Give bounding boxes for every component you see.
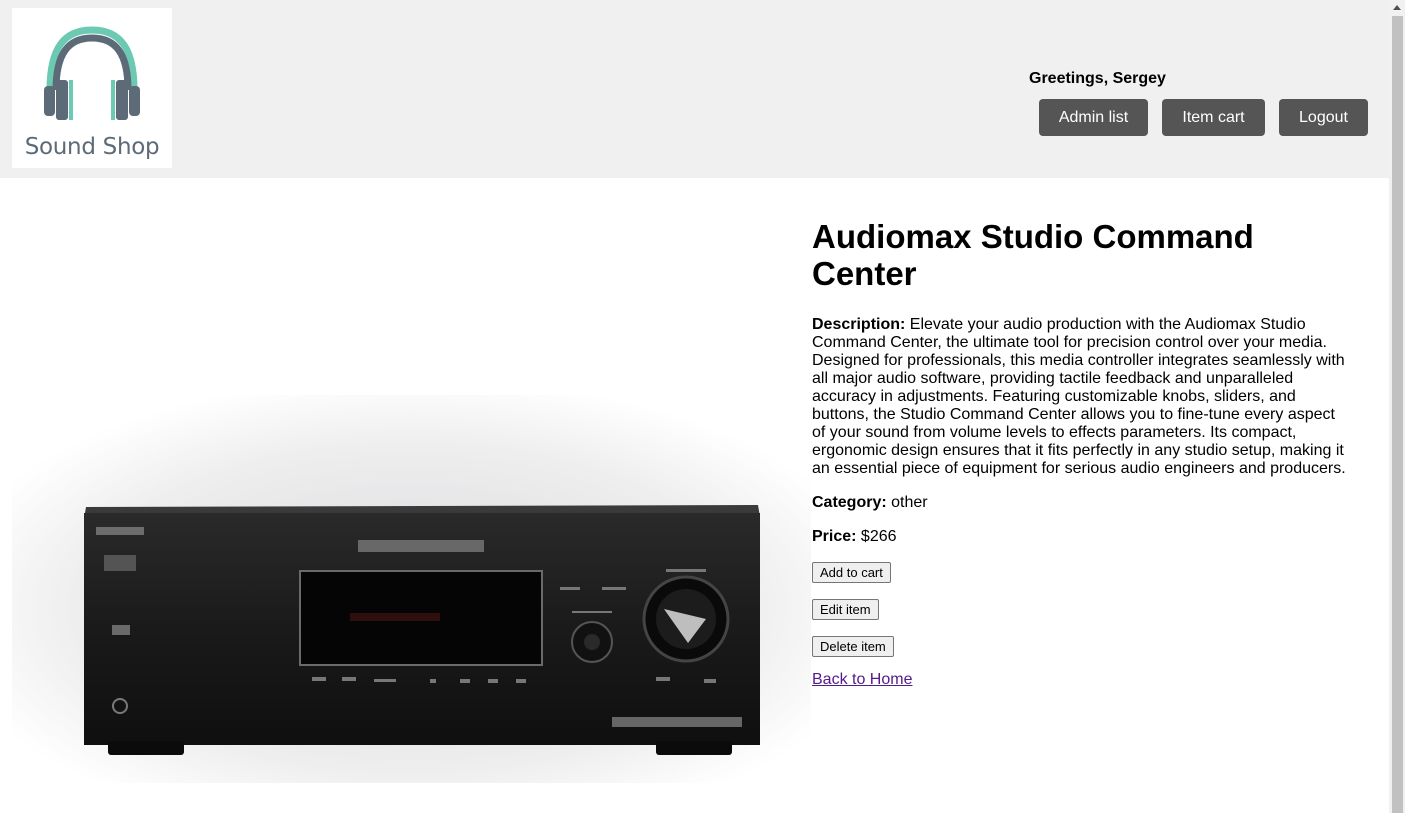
av-receiver-image bbox=[12, 395, 811, 783]
headphones-icon bbox=[44, 26, 140, 120]
product-details: Audiomax Studio Command Center Descripti… bbox=[812, 218, 1352, 689]
user-greeting: Greetings, Sergey bbox=[1029, 70, 1166, 87]
description-label: Description: bbox=[812, 316, 906, 333]
scroll-up-arrow-icon[interactable] bbox=[1389, 0, 1405, 16]
sound-shop-logo[interactable]: Sound Shop bbox=[12, 8, 172, 168]
description-text: Elevate your audio production with the A… bbox=[812, 316, 1346, 477]
price-value: $266 bbox=[860, 528, 897, 545]
edit-item-button[interactable]: Edit item bbox=[812, 599, 879, 620]
product-title: Audiomax Studio Command Center bbox=[812, 218, 1254, 292]
category-label: Category: bbox=[812, 494, 887, 511]
back-to-home-link[interactable]: Back to Home bbox=[812, 671, 912, 689]
add-to-cart-button[interactable]: Add to cart bbox=[812, 562, 891, 583]
category-value: other bbox=[891, 494, 928, 511]
site-header: Sound Shop Greetings, Sergey Admin list … bbox=[0, 0, 1389, 178]
product-category: Category: other bbox=[812, 494, 1352, 512]
item-cart-button[interactable]: Item cart bbox=[1162, 99, 1265, 136]
logo-text: Sound Shop bbox=[24, 134, 160, 160]
delete-item-button[interactable]: Delete item bbox=[812, 636, 894, 657]
admin-list-button[interactable]: Admin list bbox=[1039, 99, 1148, 136]
product-image bbox=[12, 395, 811, 783]
vertical-scrollbar[interactable] bbox=[1389, 0, 1405, 813]
scrollbar-thumb[interactable] bbox=[1392, 16, 1403, 813]
product-description: Description: Elevate your audio producti… bbox=[812, 316, 1352, 478]
product-price: Price: $266 bbox=[812, 528, 1352, 546]
logout-button[interactable]: Logout bbox=[1279, 99, 1368, 136]
price-label: Price: bbox=[812, 528, 857, 545]
